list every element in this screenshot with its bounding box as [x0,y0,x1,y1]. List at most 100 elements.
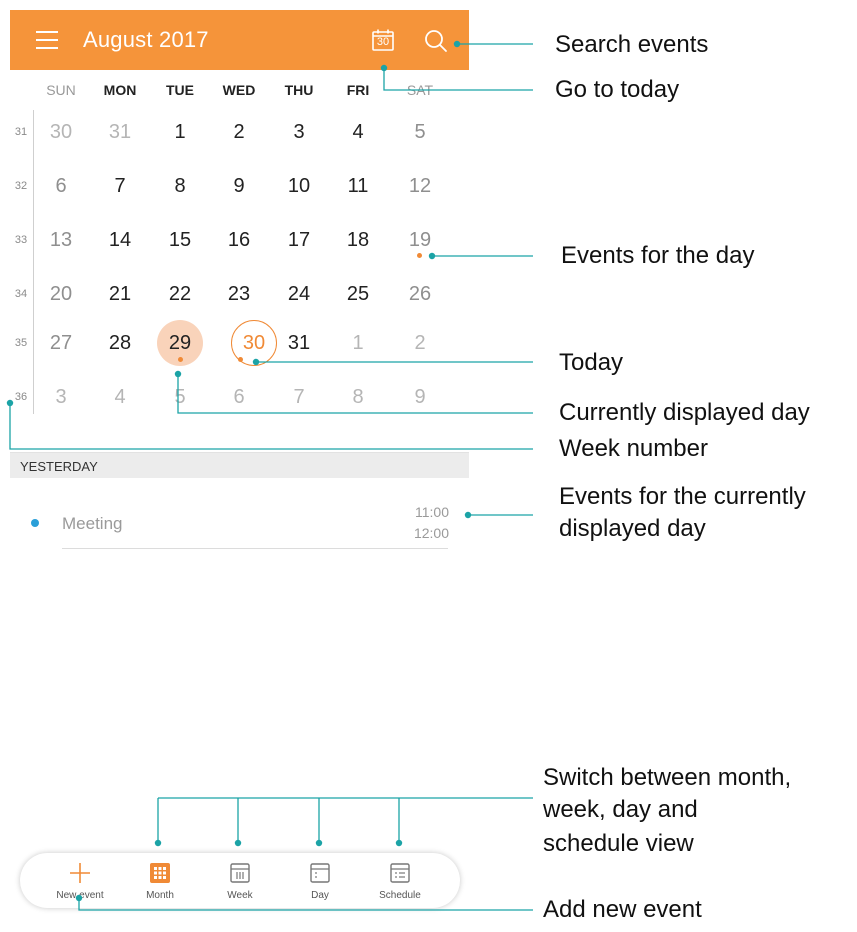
callout-events-current-day-line2: displayed day [559,515,706,542]
event-start-time: 11:00 [415,504,449,520]
schedule-view-tab[interactable]: Schedule [360,853,440,908]
weekday-mon: MON [103,82,137,98]
calendar-day[interactable]: 20 [31,283,91,306]
week-number: 35 [14,337,28,349]
weekday-header: SUN MON TUE WED THU FRI SAT [10,72,469,112]
calendar-day[interactable]: 2 [390,332,450,355]
weekday-wed: WED [222,82,256,98]
event-indicator-dot [417,253,422,258]
month-view-tab[interactable]: Month [120,853,200,908]
callout-events-for-day: Events for the day [561,242,755,269]
nav-label: Day [311,890,329,901]
nav-label: Month [146,890,174,901]
calendar-day[interactable]: 8 [150,175,210,198]
event-color-dot [31,519,39,527]
callout-go-to-today: Go to today [555,76,680,103]
calendar-day[interactable]: 7 [269,386,329,409]
callout-search-events: Search events [555,31,709,58]
schedule-list-icon [390,863,410,883]
event-indicator-dot [238,357,243,362]
calendar-day[interactable]: 16 [209,229,269,252]
week-view-tab[interactable]: Week [200,853,280,908]
event-title: Meeting [62,514,123,533]
calendar-day[interactable]: 27 [31,332,91,355]
week-number: 36 [14,391,28,403]
week-number: 33 [14,234,28,246]
week-number: 31 [14,126,28,138]
calendar-day[interactable]: 31 [90,121,150,144]
calendar-day[interactable]: 28 [90,332,150,355]
search-icon[interactable] [423,28,449,54]
callout-today: Today [559,349,624,376]
calendar-day[interactable]: 1 [150,121,210,144]
calendar-day[interactable]: 2 [209,121,269,144]
calendar-day[interactable]: 25 [328,283,388,306]
events-section-header: YESTERDAY [10,452,469,478]
callout-switch-view-line3: schedule view [543,830,694,857]
callout-switch-view-line2: week, day and [543,796,698,823]
new-event-button[interactable]: New event [40,853,120,908]
today-icon-number: 30 [376,36,390,48]
calendar-day[interactable]: 3 [31,386,91,409]
week-number: 32 [14,180,28,192]
nav-label: New event [56,890,104,901]
callout-currently-displayed-day: Currently displayed day [559,399,810,426]
calendar-day[interactable]: 31 [269,332,329,355]
section-label: YESTERDAY [20,459,98,474]
month-title[interactable]: August 2017 [83,27,209,53]
weekday-sun: SUN [46,82,76,98]
calendar-day[interactable]: 24 [269,283,329,306]
day-view-icon [310,863,330,883]
week-view-icon [230,863,250,883]
calendar-day[interactable]: 6 [209,386,269,409]
plus-icon [70,863,90,883]
day-view-tab[interactable]: Day [280,853,360,908]
calendar-day[interactable]: 13 [31,229,91,252]
month-grid-icon [150,863,170,883]
calendar-day[interactable]: 6 [31,175,91,198]
event-end-time: 12:00 [413,525,449,541]
calendar-day[interactable]: 10 [269,175,329,198]
weekday-sat: SAT [406,82,434,98]
calendar-day[interactable]: 19 [390,229,450,252]
calendar-day[interactable]: 11 [328,175,388,198]
calendar-day[interactable]: 14 [90,229,150,252]
calendar-day[interactable]: 15 [150,229,210,252]
calendar-day[interactable]: 23 [209,283,269,306]
calendar-day[interactable]: 1 [328,332,388,355]
calendar-screen: August 2017 30 SUN MON TUE WED THU FRI S… [10,10,469,912]
event-divider [62,548,448,549]
nav-label: Schedule [379,890,421,901]
calendar-day[interactable]: 5 [390,121,450,144]
calendar-day[interactable]: 18 [328,229,388,252]
event-indicator-dot [178,357,183,362]
calendar-day[interactable]: 4 [328,121,388,144]
calendar-day[interactable]: 17 [269,229,329,252]
calendar-day[interactable]: 9 [209,175,269,198]
calendar-day[interactable]: 22 [150,283,210,306]
app-bar: August 2017 30 [10,10,469,70]
event-item[interactable]: Meeting 11:00 12:00 [10,492,469,552]
calendar-day[interactable]: 30 [31,121,91,144]
calendar-day-selected[interactable]: 29 [150,332,210,355]
calendar-day[interactable]: 9 [390,386,450,409]
week-number: 34 [14,288,28,300]
calendar-day[interactable]: 26 [390,283,450,306]
calendar-day[interactable]: 3 [269,121,329,144]
weekday-tue: TUE [166,82,194,98]
calendar-day[interactable]: 7 [90,175,150,198]
week-number-divider [33,110,34,414]
callout-events-current-day-line1: Events for the currently [559,483,806,510]
calendar-day[interactable]: 4 [90,386,150,409]
calendar-day[interactable]: 8 [328,386,388,409]
calendar-day[interactable]: 12 [390,175,450,198]
weekday-fri: FRI [346,82,370,98]
nav-label: Week [227,890,253,901]
callout-switch-view-line1: Switch between month, [543,764,792,791]
callout-add-new-event: Add new event [543,896,702,923]
calendar-day[interactable]: 5 [150,386,210,409]
bottom-navigation: New event Month Week Day Schedule [20,853,460,908]
menu-icon[interactable] [36,30,60,50]
calendar-today-icon[interactable]: 30 [371,28,395,52]
calendar-day[interactable]: 21 [90,283,150,306]
